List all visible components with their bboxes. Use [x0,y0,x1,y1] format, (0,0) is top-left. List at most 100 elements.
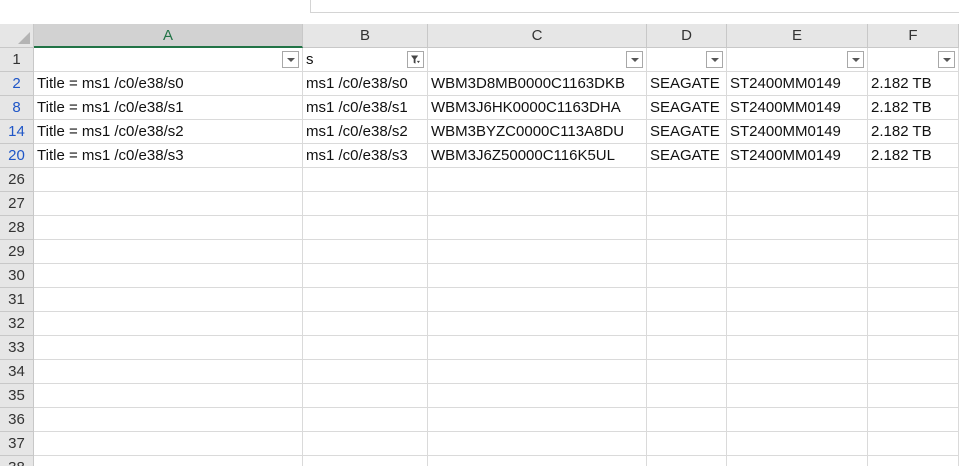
filter-dropdown-button-c[interactable] [626,51,643,68]
cell-c34[interactable] [428,360,647,384]
cell-b26[interactable] [303,168,428,192]
cell-d33[interactable] [647,336,727,360]
cell-c36[interactable] [428,408,647,432]
cell-e30[interactable] [727,264,868,288]
cell-f32[interactable] [868,312,959,336]
cell-d27[interactable] [647,192,727,216]
cell-e8[interactable]: ST2400MM0149 [727,96,868,120]
cell-a29[interactable] [34,240,303,264]
filter-dropdown-button-d[interactable] [706,51,723,68]
row-header-1[interactable]: 1 [0,48,34,72]
cell-b38[interactable] [303,456,428,466]
row-header-14[interactable]: 14 [0,120,34,144]
column-header-e[interactable]: E [727,24,868,48]
cell-e36[interactable] [727,408,868,432]
cell-b37[interactable] [303,432,428,456]
cell-d38[interactable] [647,456,727,466]
column-header-d[interactable]: D [647,24,727,48]
cell-a33[interactable] [34,336,303,360]
cell-c32[interactable] [428,312,647,336]
cell-f20[interactable]: 2.182 TB [868,144,959,168]
cell-f37[interactable] [868,432,959,456]
row-header-36[interactable]: 36 [0,408,34,432]
cell-d35[interactable] [647,384,727,408]
cell-f29[interactable] [868,240,959,264]
cell-a2[interactable]: Title = ms1 /c0/e38/s0 [34,72,303,96]
cell-e34[interactable] [727,360,868,384]
cell-d30[interactable] [647,264,727,288]
cell-a36[interactable] [34,408,303,432]
filter-dropdown-button-f[interactable] [938,51,955,68]
cell-d29[interactable] [647,240,727,264]
cell-e32[interactable] [727,312,868,336]
cell-c29[interactable] [428,240,647,264]
cell-d32[interactable] [647,312,727,336]
row-header-33[interactable]: 33 [0,336,34,360]
column-header-c[interactable]: C [428,24,647,48]
row-header-32[interactable]: 32 [0,312,34,336]
cell-c28[interactable] [428,216,647,240]
cell-a37[interactable] [34,432,303,456]
cell-f34[interactable] [868,360,959,384]
cell-a38[interactable] [34,456,303,466]
cell-f36[interactable] [868,408,959,432]
cell-c27[interactable] [428,192,647,216]
cell-d31[interactable] [647,288,727,312]
row-header-34[interactable]: 34 [0,360,34,384]
cell-b29[interactable] [303,240,428,264]
cell-b35[interactable] [303,384,428,408]
cell-f33[interactable] [868,336,959,360]
row-header-20[interactable]: 20 [0,144,34,168]
cell-a34[interactable] [34,360,303,384]
cell-e33[interactable] [727,336,868,360]
header-cell-c[interactable] [428,48,647,72]
cell-c33[interactable] [428,336,647,360]
cell-f8[interactable]: 2.182 TB [868,96,959,120]
cell-e35[interactable] [727,384,868,408]
cell-a31[interactable] [34,288,303,312]
cell-c30[interactable] [428,264,647,288]
cell-f2[interactable]: 2.182 TB [868,72,959,96]
cell-f26[interactable] [868,168,959,192]
cell-b28[interactable] [303,216,428,240]
cell-d14[interactable]: SEAGATE [647,120,727,144]
row-header-2[interactable]: 2 [0,72,34,96]
cell-d20[interactable]: SEAGATE [647,144,727,168]
cell-a8[interactable]: Title = ms1 /c0/e38/s1 [34,96,303,120]
cell-e31[interactable] [727,288,868,312]
cell-d8[interactable]: SEAGATE [647,96,727,120]
cell-e37[interactable] [727,432,868,456]
cell-b20[interactable]: ms1 /c0/e38/s3 [303,144,428,168]
cell-b36[interactable] [303,408,428,432]
cell-d28[interactable] [647,216,727,240]
cell-e20[interactable]: ST2400MM0149 [727,144,868,168]
row-header-29[interactable]: 29 [0,240,34,264]
cell-f35[interactable] [868,384,959,408]
cell-e26[interactable] [727,168,868,192]
row-header-35[interactable]: 35 [0,384,34,408]
cell-a26[interactable] [34,168,303,192]
filter-dropdown-button-a[interactable] [282,51,299,68]
cell-f28[interactable] [868,216,959,240]
cell-b27[interactable] [303,192,428,216]
cell-f27[interactable] [868,192,959,216]
filter-dropdown-button-e[interactable] [847,51,864,68]
cell-a27[interactable] [34,192,303,216]
cell-e29[interactable] [727,240,868,264]
filter-dropdown-button-b[interactable] [407,51,424,68]
cell-d34[interactable] [647,360,727,384]
cell-c14[interactable]: WBM3BYZC0000C113A8DU [428,120,647,144]
row-header-38[interactable]: 38 [0,456,34,466]
cell-d26[interactable] [647,168,727,192]
cell-c20[interactable]: WBM3J6Z50000C116K5UL [428,144,647,168]
cell-c37[interactable] [428,432,647,456]
cell-d2[interactable]: SEAGATE [647,72,727,96]
cell-b31[interactable] [303,288,428,312]
cell-a28[interactable] [34,216,303,240]
cell-b30[interactable] [303,264,428,288]
cell-c38[interactable] [428,456,647,466]
cell-f38[interactable] [868,456,959,466]
cell-e27[interactable] [727,192,868,216]
row-header-27[interactable]: 27 [0,192,34,216]
column-header-f[interactable]: F [868,24,959,48]
